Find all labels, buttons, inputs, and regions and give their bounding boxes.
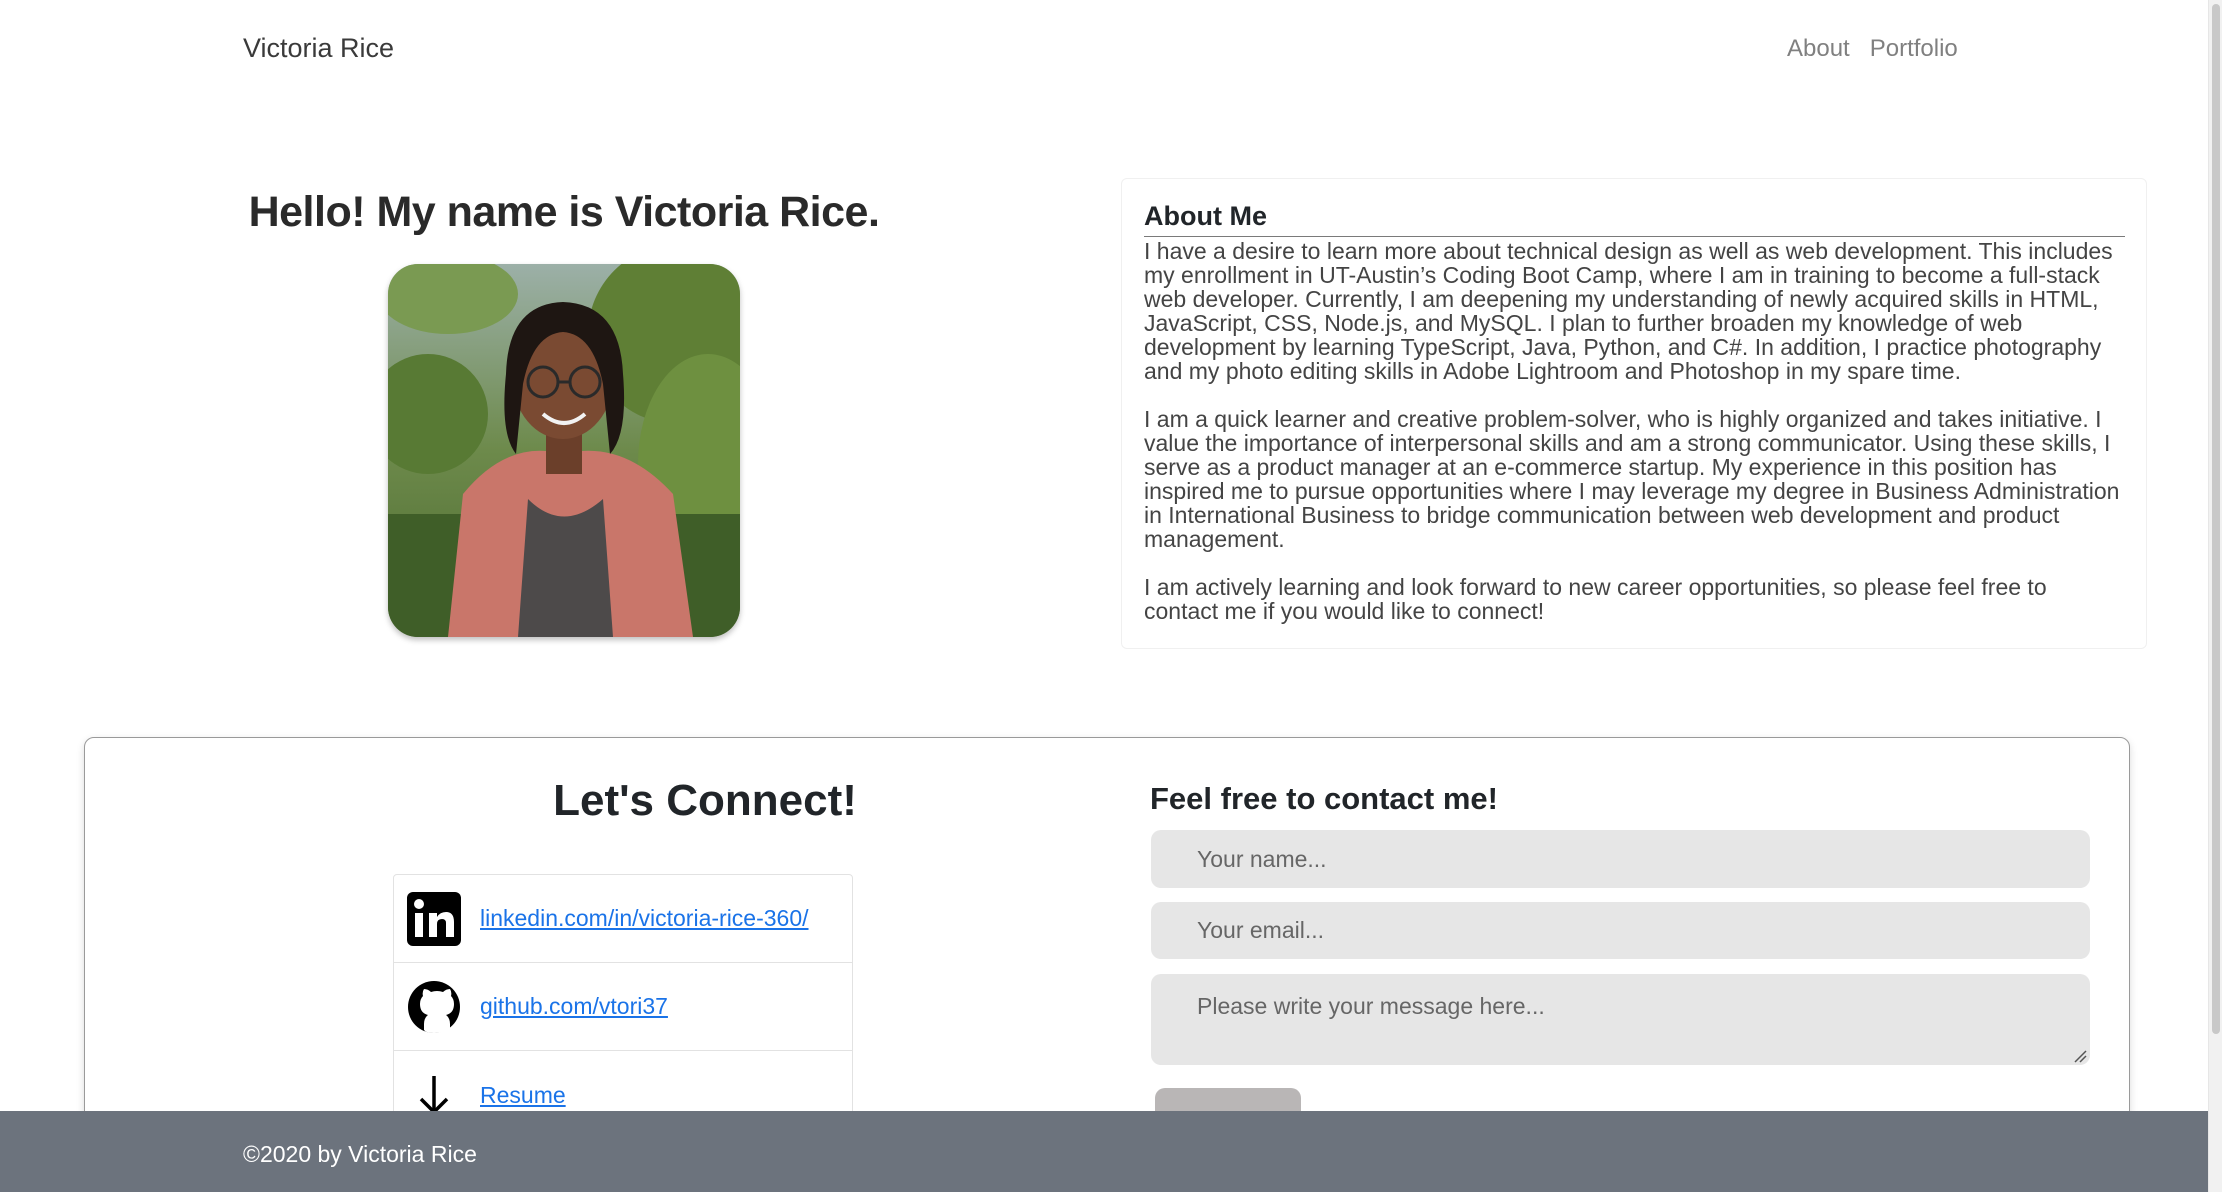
navbar: Victoria Rice About Portfolio (0, 0, 2208, 100)
list-item-github: github.com/vtori37 (394, 963, 852, 1051)
footer-copyright: ©2020 by Victoria Rice (243, 1141, 477, 1167)
footer: ©2020 by Victoria Rice (0, 1111, 2208, 1192)
social-links-list: linkedin.com/in/victoria-rice-360/ githu… (393, 874, 853, 1140)
about-paragraph-2: I am a quick learner and creative proble… (1144, 406, 2120, 552)
intro-heading: Hello! My name is Victoria Rice. (248, 188, 880, 236)
page-scrollbar[interactable] (2208, 0, 2222, 1192)
resume-link[interactable]: Resume (480, 1082, 566, 1109)
github-link[interactable]: github.com/vtori37 (480, 993, 668, 1020)
nav-link-about[interactable]: About (1787, 35, 1850, 63)
about-divider (1144, 236, 2125, 237)
about-card: About Me I have a desire to learn more a… (1121, 178, 2147, 649)
profile-photo (388, 264, 740, 637)
contact-form-heading: Feel free to contact me! (1150, 781, 1498, 816)
brand-link[interactable]: Victoria Rice (243, 33, 394, 64)
resize-grip-icon[interactable] (2073, 1049, 2087, 1063)
page: Victoria Rice About Portfolio Hello! My … (0, 0, 2222, 1192)
scrollbar-thumb[interactable] (2212, 4, 2220, 1034)
name-input[interactable] (1151, 830, 2090, 888)
linkedin-icon (407, 891, 461, 946)
nav-link-portfolio[interactable]: Portfolio (1870, 35, 1958, 63)
connect-heading: Let's Connect! (553, 776, 857, 825)
message-textarea[interactable] (1151, 974, 2090, 1065)
list-item-linkedin: linkedin.com/in/victoria-rice-360/ (394, 875, 852, 963)
linkedin-link[interactable]: linkedin.com/in/victoria-rice-360/ (480, 905, 809, 932)
nav-links: About Portfolio (1787, 35, 1958, 63)
about-title: About Me (1144, 201, 1267, 231)
email-input[interactable] (1151, 902, 2090, 959)
about-paragraph-3: I am actively learning and look forward … (1144, 574, 2047, 624)
about-paragraph-1: I have a desire to learn more about tech… (1144, 238, 2113, 384)
github-icon (407, 980, 461, 1034)
